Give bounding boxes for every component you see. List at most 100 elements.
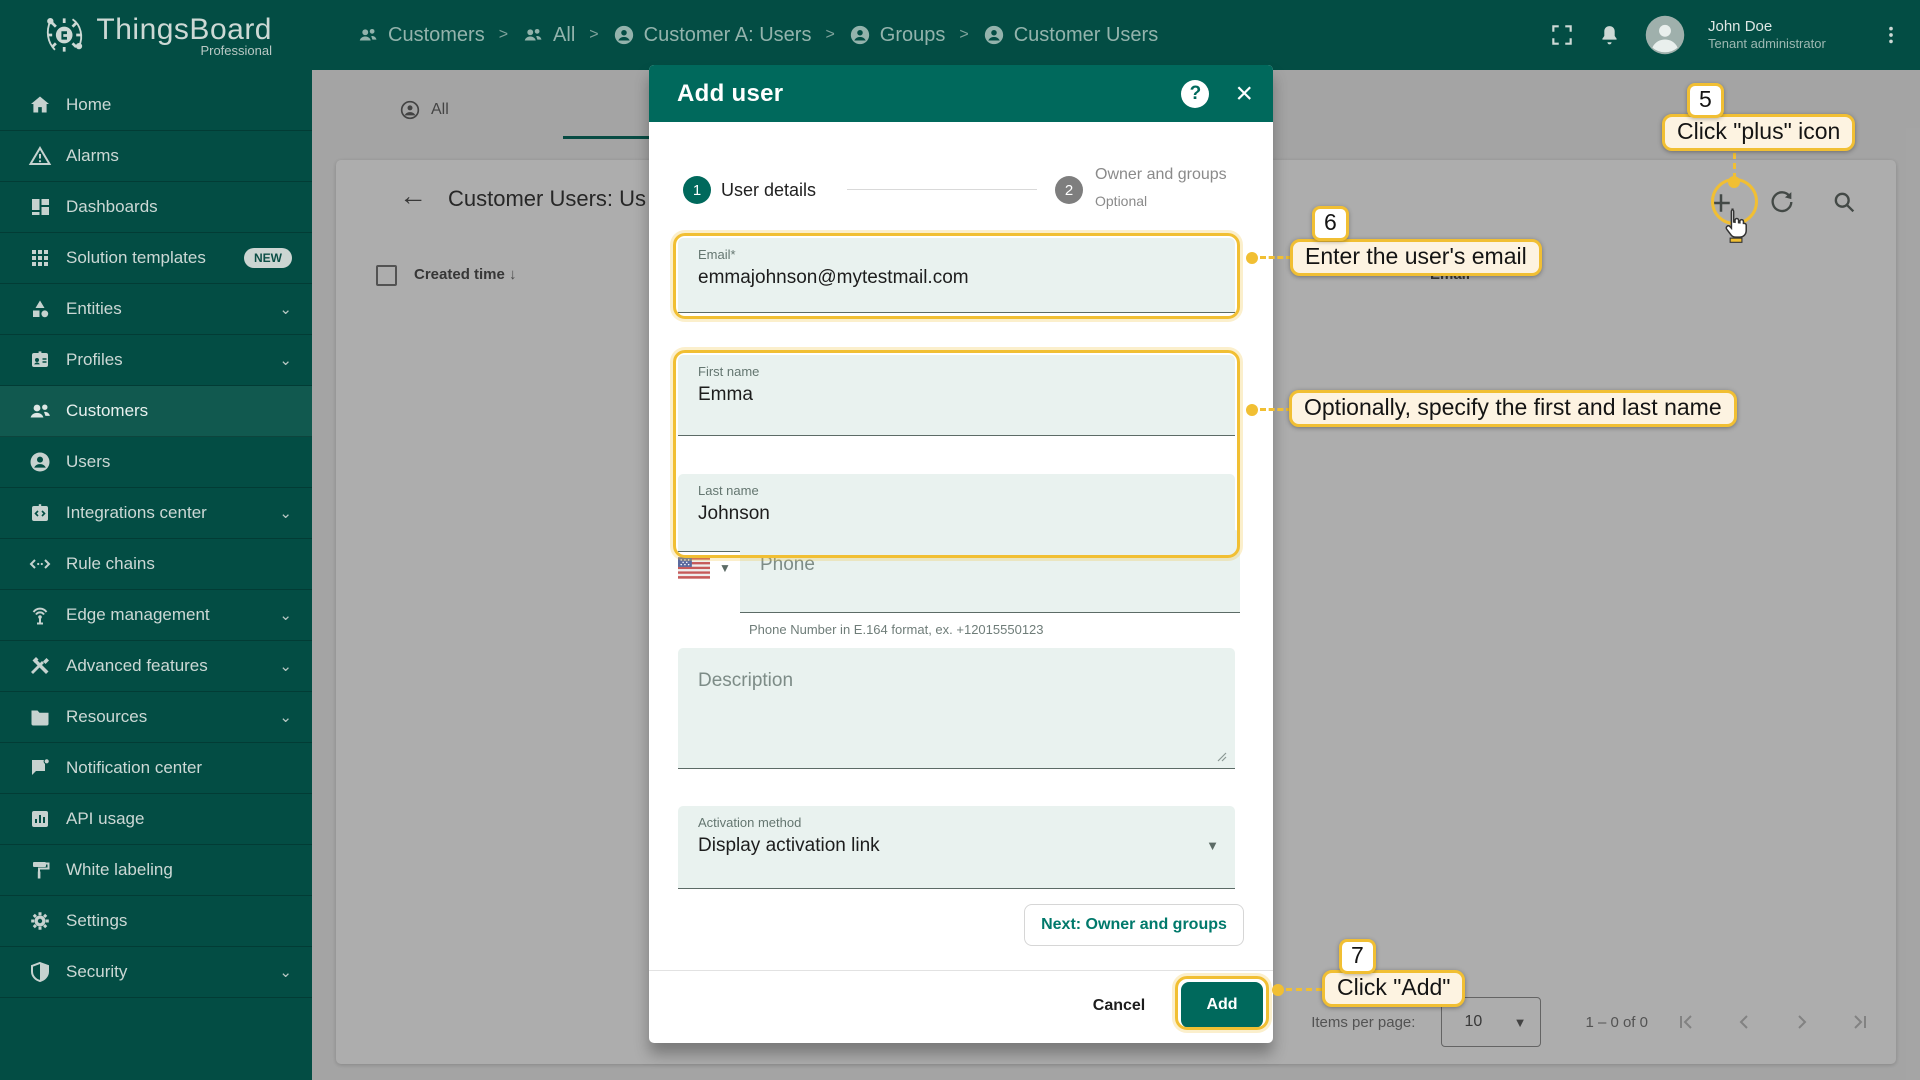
step-1-label[interactable]: User details — [721, 180, 816, 201]
account-icon — [28, 450, 52, 474]
integrations-icon — [28, 501, 52, 525]
entities-icon — [28, 297, 52, 321]
user-name: John Doe — [1708, 18, 1858, 37]
account-icon — [613, 24, 635, 46]
sidebar-item-security[interactable]: Security ⌄ — [0, 947, 312, 998]
warning-icon — [28, 144, 52, 168]
notifications-bell-icon[interactable] — [1597, 22, 1622, 49]
rule-chains-icon — [28, 552, 52, 576]
sidebar-item-rule-chains[interactable]: Rule chains — [0, 539, 312, 590]
chevron-down-icon: ⌄ — [279, 708, 292, 726]
sidebar-item-solution-templates[interactable]: Solution templates NEW — [0, 233, 312, 284]
email-highlight-box — [673, 233, 1240, 319]
close-icon[interactable]: × — [1235, 80, 1253, 108]
sidebar-item-edge-management[interactable]: Edge management ⌄ — [0, 590, 312, 641]
fullscreen-icon[interactable] — [1549, 22, 1575, 48]
hand-cursor-icon — [1720, 207, 1750, 243]
chevron-down-icon: ⌄ — [279, 606, 292, 624]
sidebar-item-integrations-center[interactable]: Integrations center ⌄ — [0, 488, 312, 539]
cancel-button[interactable]: Cancel — [1079, 985, 1159, 1027]
dialog-header: Add user ? × — [649, 65, 1273, 122]
add-button-highlight-ring — [1175, 976, 1269, 1030]
resize-handle-icon[interactable] — [1217, 752, 1227, 762]
app-header: ThingsBoard Professional Customers > All… — [0, 0, 1920, 70]
annotation-optional-label: Optionally, specify the first and last n… — [1289, 390, 1737, 427]
home-icon — [28, 93, 52, 117]
bar-chart-icon — [28, 807, 52, 831]
message-icon — [28, 756, 52, 780]
annotation-step7-number: 7 — [1339, 939, 1376, 974]
activation-method-label: Activation method — [698, 815, 1235, 830]
chevron-down-icon: ▼ — [1206, 838, 1219, 853]
new-badge: NEW — [244, 248, 292, 268]
sidebar-nav: Home Alarms Dashboards Solution template… — [0, 70, 312, 1080]
annotation-step6-dot — [1246, 252, 1258, 264]
sidebar-item-notification-center[interactable]: Notification center — [0, 743, 312, 794]
sidebar-item-advanced-features[interactable]: Advanced features ⌄ — [0, 641, 312, 692]
thingsboard-logo-icon — [42, 9, 86, 61]
breadcrumb-customers[interactable]: Customers — [357, 24, 485, 47]
paint-roller-icon — [28, 858, 52, 882]
sidebar-item-settings[interactable]: Settings — [0, 896, 312, 947]
chevron-down-icon: ⌄ — [279, 657, 292, 675]
description-textarea[interactable]: Description — [678, 648, 1235, 769]
breadcrumb-customer-users[interactable]: Customer Users — [983, 24, 1158, 47]
dialog-title: Add user — [677, 80, 1181, 108]
annotation-step7-connector — [1286, 988, 1322, 991]
breadcrumb-all[interactable]: All — [522, 24, 575, 47]
edge-icon — [28, 603, 52, 627]
annotation-step5-label: Click "plus" icon — [1662, 114, 1855, 151]
user-menu[interactable]: John Doe Tenant administrator — [1708, 18, 1858, 53]
people-icon — [522, 24, 544, 46]
help-icon[interactable]: ? — [1181, 80, 1209, 108]
logo[interactable]: ThingsBoard Professional — [42, 9, 272, 61]
logo-subtitle: Professional — [96, 43, 272, 58]
people-icon — [28, 399, 52, 423]
avatar[interactable] — [1644, 14, 1686, 56]
account-icon — [849, 24, 871, 46]
grid-icon — [28, 246, 52, 270]
step-2-label[interactable]: Owner and groups — [1095, 166, 1227, 184]
annotation-step6-label: Enter the user's email — [1290, 239, 1542, 276]
dashboards-icon — [28, 195, 52, 219]
activation-method-select[interactable]: Activation method Display activation lin… — [678, 806, 1235, 889]
sidebar-item-api-usage[interactable]: API usage — [0, 794, 312, 845]
sidebar-item-users[interactable]: Users — [0, 437, 312, 488]
sidebar-item-profiles[interactable]: Profiles ⌄ — [0, 335, 312, 386]
chevron-down-icon: ⌄ — [279, 351, 292, 369]
sidebar-item-home[interactable]: Home — [0, 80, 312, 131]
annotation-step7-dot — [1272, 984, 1284, 996]
people-icon — [357, 24, 379, 46]
annotation-optional-dot — [1246, 404, 1258, 416]
annotation-step6-number: 6 — [1312, 206, 1349, 241]
sidebar-item-white-labeling[interactable]: White labeling — [0, 845, 312, 896]
sidebar-item-entities[interactable]: Entities ⌄ — [0, 284, 312, 335]
stepper-connector — [847, 189, 1037, 190]
kebab-menu-icon[interactable] — [1880, 22, 1902, 48]
chevron-down-icon[interactable]: ▼ — [719, 561, 731, 575]
phone-helper-text: Phone Number in E.164 format, ex. +12015… — [749, 622, 1044, 637]
name-fields-highlight-box — [673, 350, 1240, 558]
chevron-down-icon: ⌄ — [279, 300, 292, 318]
sidebar-item-customers[interactable]: Customers — [0, 386, 312, 437]
sidebar-item-alarms[interactable]: Alarms — [0, 131, 312, 182]
footer-divider — [649, 970, 1273, 971]
step-1-circle: 1 — [683, 176, 711, 204]
step-2-sublabel: Optional — [1095, 193, 1147, 209]
breadcrumb-customer-a-users[interactable]: Customer A: Users — [613, 24, 812, 47]
breadcrumb-separator: > — [825, 26, 834, 44]
annotation-optional-connector — [1260, 408, 1292, 411]
sidebar-item-resources[interactable]: Resources ⌄ — [0, 692, 312, 743]
user-role: Tenant administrator — [1708, 36, 1858, 52]
phone-country-select[interactable] — [678, 557, 710, 584]
next-owner-groups-button[interactable]: Next: Owner and groups — [1024, 904, 1244, 946]
chevron-down-icon: ⌄ — [279, 504, 292, 522]
account-icon — [983, 24, 1005, 46]
gear-icon — [28, 909, 52, 933]
sidebar-item-dashboards[interactable]: Dashboards — [0, 182, 312, 233]
breadcrumb-groups[interactable]: Groups — [849, 24, 946, 47]
step-2-circle: 2 — [1055, 176, 1083, 204]
breadcrumb-separator: > — [959, 26, 968, 44]
profiles-icon — [28, 348, 52, 372]
logo-title: ThingsBoard — [96, 13, 272, 47]
